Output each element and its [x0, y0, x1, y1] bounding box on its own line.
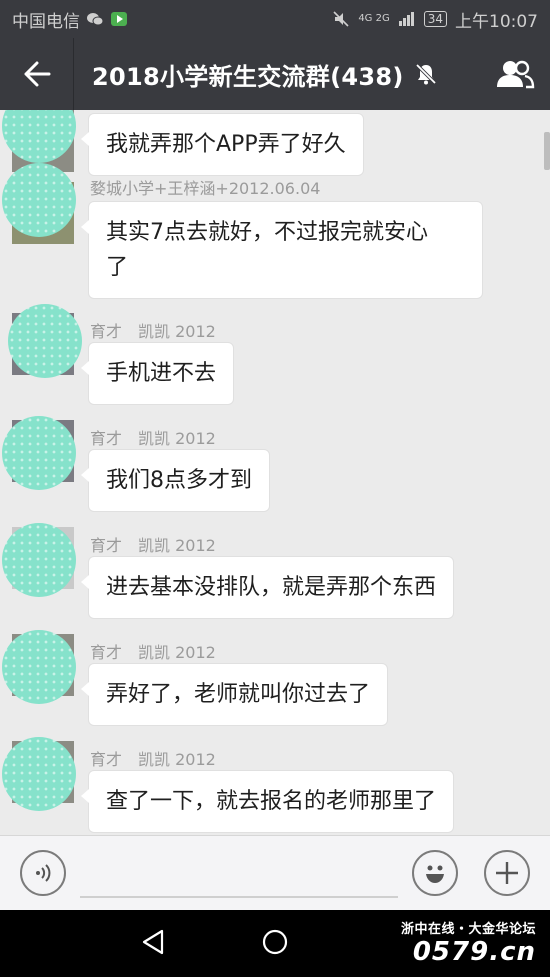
status-right: 4G 2G 34 上午10:07	[332, 7, 538, 32]
group-icon	[497, 60, 535, 89]
sender-name: 育才 凯凯 2012	[90, 429, 216, 448]
wechat-notification-icon	[87, 13, 104, 26]
voice-icon	[36, 864, 51, 882]
bell-off-icon	[415, 63, 436, 85]
voice-button[interactable]	[20, 850, 66, 896]
message-bubble[interactable]: 手机进不去	[80, 342, 235, 405]
message-bubble[interactable]: 查了一下，就去报名的老师那里了	[80, 770, 455, 833]
watermark: 浙中在线・大金华论坛 0579.cn	[401, 918, 536, 967]
sender-name: 育才 凯凯 2012	[90, 536, 216, 555]
back-button[interactable]	[0, 38, 74, 110]
group-info-button[interactable]	[480, 38, 550, 110]
message-text: 查了一下，就去报名的老师那里了	[106, 789, 437, 814]
avatar[interactable]	[2, 737, 76, 811]
sender-name: 育才 凯凯 2012	[90, 322, 216, 341]
carrier-name: 中国电信	[12, 11, 80, 32]
watermark-line2: 0579.cn	[412, 937, 536, 967]
network-type: 4G 2G	[358, 13, 390, 24]
system-nav-bar: 浙中在线・大金华论坛 0579.cn	[0, 910, 550, 977]
message-text: 我们8点多才到	[106, 468, 252, 493]
chat-header: 2018小学新生交流群(438)	[0, 38, 550, 110]
emoji-button[interactable]	[412, 850, 458, 896]
emoji-icon	[426, 865, 444, 883]
message-text: 进去基本没排队，就是弄那个东西	[106, 575, 437, 600]
input-bar	[0, 835, 550, 910]
watermark-line1: 浙中在线・大金华论坛	[400, 922, 536, 937]
arrow-left-icon	[24, 61, 50, 87]
status-bar: 中国电信 4G 2G 34 上午10:07	[0, 0, 550, 38]
avatar[interactable]	[2, 163, 76, 237]
message-input[interactable]	[80, 896, 398, 898]
message-text: 我就弄那个APP弄了好久	[106, 132, 346, 157]
plus-icon	[496, 862, 518, 884]
back-triangle-icon[interactable]	[140, 928, 166, 956]
more-button[interactable]	[484, 850, 530, 896]
sender-name: 婺城小学+王梓涵+2012.06.04	[90, 179, 321, 198]
avatar[interactable]	[8, 304, 82, 378]
sender-name: 育才 凯凯 2012	[90, 643, 216, 662]
video-app-icon	[111, 12, 127, 26]
carrier-group: 中国电信	[12, 7, 128, 32]
message-bubble[interactable]: 我就弄那个APP弄了好久	[81, 113, 364, 176]
clock: 上午10:07	[455, 11, 538, 32]
battery-indicator: 34	[423, 11, 447, 27]
home-circle-icon[interactable]	[261, 928, 289, 956]
page-title: 2018小学新生交流群(438)	[92, 57, 438, 92]
message-bubble[interactable]: 其实7点去就好，不过报完就安心 了	[81, 201, 483, 299]
message-text: 弄好了，老师就叫你过去了	[106, 682, 371, 707]
avatar[interactable]	[2, 523, 76, 597]
scrollbar[interactable]	[544, 132, 550, 170]
message-list[interactable]: 我就弄那个APP弄了好久 婺城小学+王梓涵+2012.06.04 其实7点去就好…	[0, 110, 550, 835]
message-bubble[interactable]: 我们8点多才到	[81, 449, 270, 512]
message-bubble[interactable]: 弄好了，老师就叫你过去了	[80, 663, 389, 726]
signal-icon	[398, 12, 414, 26]
message-bubble[interactable]: 进去基本没排队，就是弄那个东西	[80, 556, 455, 619]
message-text: 其实7点去就好，不过报完就安心	[106, 220, 428, 245]
sender-name: 育才 凯凯 2012	[90, 750, 216, 769]
avatar[interactable]	[2, 630, 76, 704]
mute-icon	[333, 11, 349, 27]
avatar[interactable]	[2, 416, 76, 490]
group-name: 2018小学新生交流群(438)	[92, 62, 404, 91]
message-text: 手机进不去	[106, 361, 217, 386]
message-text: 了	[106, 255, 129, 280]
